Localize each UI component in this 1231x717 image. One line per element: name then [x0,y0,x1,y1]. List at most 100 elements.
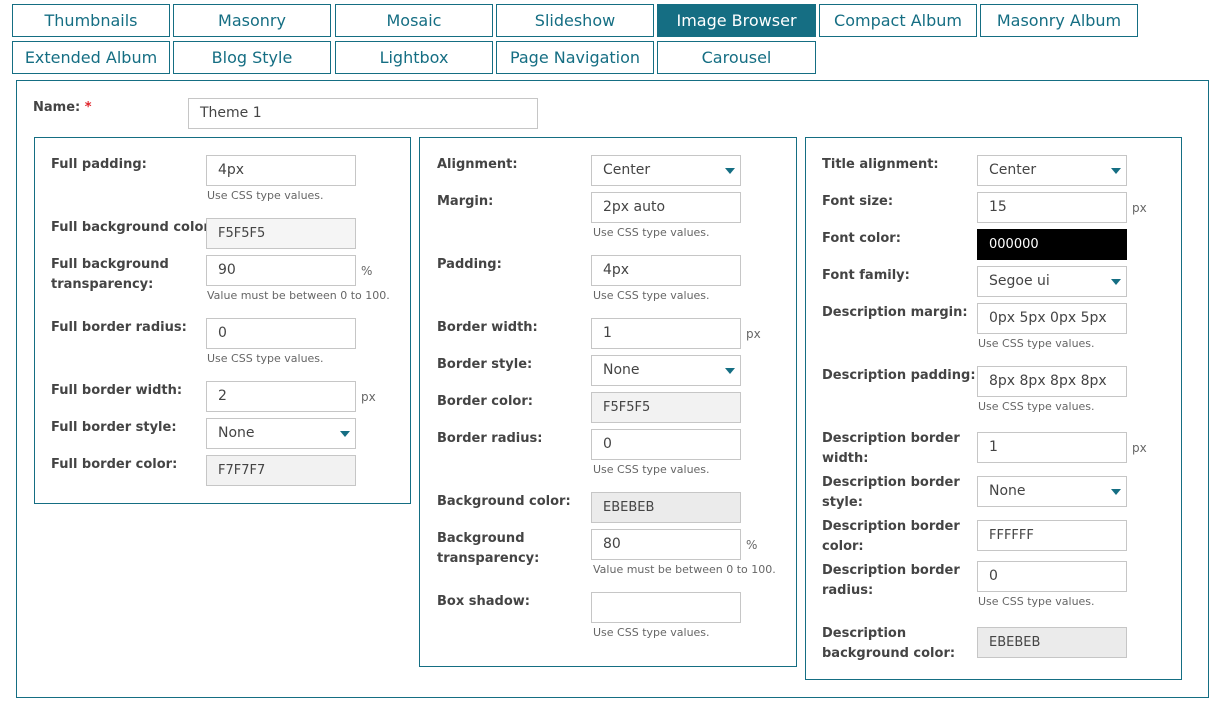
chevron-down-icon [1111,168,1121,174]
desc-margin-input[interactable]: 0px 5px 0px 5px [977,303,1127,334]
full-border-width-input[interactable]: 2 [206,381,356,412]
tab-masonry[interactable]: Masonry [173,4,331,37]
tab-compact-album[interactable]: Compact Album [819,4,977,37]
bg-transparency-label-line2: transparency: [437,551,540,566]
title-alignment-select[interactable]: Center [977,155,1127,186]
box-shadow-label: Box shadow: [437,594,530,609]
desc-margin-label: Description margin: [822,305,968,320]
full-border-color-label: Full border color: [51,457,178,472]
full-border-color-input[interactable]: F7F7F7 [206,455,356,486]
desc-margin-hint: Use CSS type values. [978,337,1095,350]
tab-image-browser[interactable]: Image Browser [657,4,816,37]
bg-color-input[interactable]: EBEBEB [591,492,741,523]
desc-bg-color-label-line1: Description [822,626,907,641]
box-shadow-input[interactable] [591,592,741,623]
theme-name-input[interactable]: Theme 1 [188,98,538,129]
full-border-radius-label: Full border radius: [51,320,187,335]
full-border-width-label: Full border width: [51,383,183,398]
font-color-input[interactable]: 000000 [977,229,1127,260]
desc-border-radius-input[interactable]: 0 [977,561,1127,592]
tab-lightbox[interactable]: Lightbox [335,41,493,74]
desc-border-width-input[interactable]: 1 [977,432,1127,463]
full-border-style-label: Full border style: [51,420,177,435]
full-bg-transparency-hint: Value must be between 0 to 100. [207,289,390,302]
desc-border-color-label-line2: color: [822,539,864,554]
desc-border-width-label: Description border width: [822,429,960,469]
border-color-input[interactable]: F5F5F5 [591,392,741,423]
desc-border-radius-hint: Use CSS type values. [978,595,1095,608]
full-bg-color-label: Full background color: [51,220,215,235]
full-bg-transparency-label: Full background transparency: [51,255,169,295]
padding-hint: Use CSS type values. [593,289,710,302]
tab-extended-album[interactable]: Extended Album [12,41,170,74]
tab-carousel[interactable]: Carousel [657,41,816,74]
desc-border-style-label: Description border style: [822,473,960,513]
font-color-label: Font color: [822,231,901,246]
font-size-input[interactable]: 15 [977,192,1127,223]
full-bg-transparency-input[interactable]: 90 [206,255,356,286]
padding-label: Padding: [437,257,502,272]
tab-masonry-album[interactable]: Masonry Album [980,4,1138,37]
chevron-down-icon [1111,489,1121,495]
desc-padding-label: Description padding: [822,368,976,383]
margin-input[interactable]: 2px auto [591,192,741,223]
desc-border-color-input[interactable]: FFFFFF [977,520,1127,551]
title-alignment-label: Title alignment: [822,157,939,172]
full-border-radius-hint: Use CSS type values. [207,352,324,365]
desc-border-width-unit: px [1132,441,1147,455]
font-size-unit: px [1132,201,1147,215]
tab-slideshow[interactable]: Slideshow [496,4,654,37]
font-family-select[interactable]: Segoe ui [977,266,1127,297]
border-radius-input[interactable]: 0 [591,429,741,460]
font-family-label: Font family: [822,268,910,283]
desc-border-color-label: Description border color: [822,517,960,557]
chevron-down-icon [725,368,735,374]
desc-padding-hint: Use CSS type values. [978,400,1095,413]
desc-bg-color-label: Description background color: [822,624,955,664]
bg-transparency-label-line1: Background [437,531,525,546]
tab-blog-style[interactable]: Blog Style [173,41,331,74]
alignment-label: Alignment: [437,157,518,172]
chevron-down-icon [340,431,350,437]
full-padding-input[interactable]: 4px [206,155,356,186]
full-border-style-select[interactable]: None [206,418,356,449]
desc-border-radius-label-line2: radius: [822,583,874,598]
full-border-width-unit: px [361,390,376,404]
font-family-value: Segoe ui [989,273,1050,289]
border-width-label: Border width: [437,320,538,335]
full-bg-transparency-label-line1: Full background [51,257,169,272]
border-radius-label: Border radius: [437,431,543,446]
box-shadow-hint: Use CSS type values. [593,626,710,639]
desc-border-style-label-line2: style: [822,495,863,510]
full-border-style-value: None [218,425,255,441]
desc-border-style-value: None [989,483,1026,499]
border-radius-hint: Use CSS type values. [593,463,710,476]
full-padding-label: Full padding: [51,157,147,172]
tab-page-navigation[interactable]: Page Navigation [496,41,654,74]
tab-mosaic[interactable]: Mosaic [335,4,493,37]
full-border-radius-input[interactable]: 0 [206,318,356,349]
desc-padding-input[interactable]: 8px 8px 8px 8px [977,366,1127,397]
padding-input[interactable]: 4px [591,255,741,286]
bg-transparency-hint: Value must be between 0 to 100. [593,563,776,576]
bg-transparency-unit: % [746,538,758,552]
desc-border-style-select[interactable]: None [977,476,1127,507]
desc-border-radius-label: Description border radius: [822,561,960,601]
title-alignment-value: Center [989,162,1037,178]
chevron-down-icon [725,168,735,174]
chevron-down-icon [1111,279,1121,285]
margin-label: Margin: [437,194,494,209]
tab-thumbnails[interactable]: Thumbnails [12,4,170,37]
full-bg-color-input[interactable]: F5F5F5 [206,218,356,249]
full-padding-hint: Use CSS type values. [207,189,324,202]
bg-transparency-input[interactable]: 80 [591,529,741,560]
border-width-input[interactable]: 1 [591,318,741,349]
alignment-select[interactable]: Center [591,155,741,186]
desc-border-style-label-line1: Description border [822,475,960,490]
desc-bg-color-input[interactable]: EBEBEB [977,627,1127,658]
name-label: Name: * [33,98,92,118]
desc-border-width-label-line2: width: [822,451,869,466]
font-size-label: Font size: [822,194,894,209]
border-style-select[interactable]: None [591,355,741,386]
alignment-value: Center [603,162,651,178]
